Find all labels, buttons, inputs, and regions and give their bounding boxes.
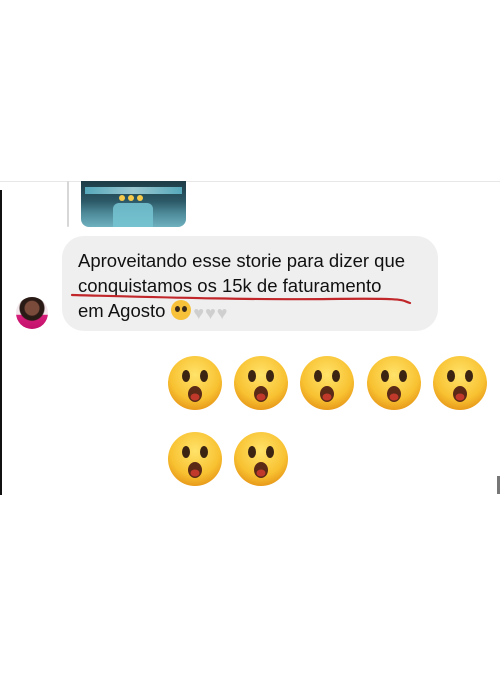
message-bubble[interactable]: Aproveitando esse storie para dizer que … xyxy=(62,236,438,331)
message-line-text: em Agosto xyxy=(78,300,166,321)
astonished-face-icon[interactable] xyxy=(233,355,289,411)
hearts: ♥♥♥ xyxy=(193,300,228,325)
panel-left-edge xyxy=(0,190,2,495)
astonished-face-icon[interactable] xyxy=(299,355,355,411)
story-reply-bar xyxy=(67,181,69,227)
astonished-face-icon[interactable] xyxy=(167,431,223,487)
avatar[interactable] xyxy=(16,297,48,329)
message-line: em Agosto ♥♥♥ xyxy=(78,298,430,325)
pleading-face-icon xyxy=(171,300,192,320)
sparkle-icon xyxy=(137,195,143,201)
astonished-face-icon[interactable] xyxy=(432,355,488,411)
astonished-face-icon[interactable] xyxy=(366,355,422,411)
message-line: Aproveitando esse storie para dizer que xyxy=(78,250,406,271)
story-thumbnail-figure xyxy=(113,203,153,227)
white-heart-icon: ♥ xyxy=(216,303,228,323)
message-line: conquistamos os 15k de faturamento xyxy=(78,275,382,296)
message-text: Aproveitando esse storie para dizer que … xyxy=(78,248,430,325)
story-thumbnail[interactable] xyxy=(81,181,186,227)
sparkle-icon xyxy=(119,195,125,201)
sparkle-icon xyxy=(128,195,134,201)
white-heart-icon: ♥ xyxy=(205,303,216,323)
white-heart-icon: ♥ xyxy=(193,303,205,323)
astonished-face-icon[interactable] xyxy=(167,355,223,411)
astonished-face-icon[interactable] xyxy=(233,431,289,487)
story-thumbnail-strip xyxy=(85,187,182,194)
